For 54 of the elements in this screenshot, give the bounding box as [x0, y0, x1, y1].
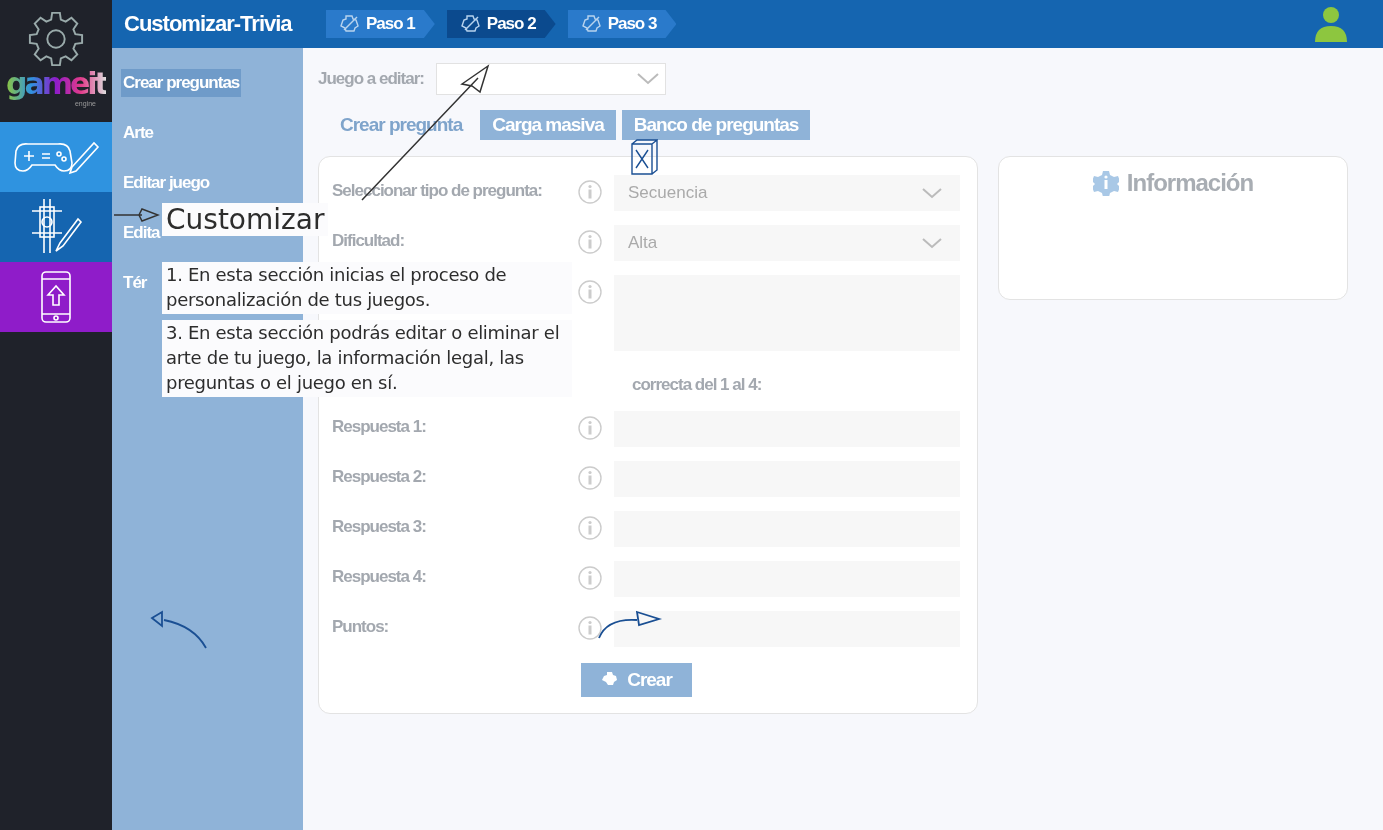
info-icon[interactable]: [578, 180, 602, 204]
field-label: Respuesta 3:: [332, 517, 426, 536]
rail-tab[interactable]: [0, 122, 112, 192]
sidebar-item[interactable]: Tér: [121, 269, 149, 297]
curved-arrow: [597, 610, 663, 640]
info-icon[interactable]: [578, 230, 602, 254]
crossed-box-icon: [630, 138, 658, 176]
select-field[interactable]: Alta: [614, 225, 960, 261]
info-icon[interactable]: [578, 616, 602, 640]
logo-text: gameit: [6, 68, 106, 100]
tutorial-note: 1. En esta sección inicias el proceso de personalización de tus juegos.: [162, 262, 572, 314]
sidebar-item[interactable]: Editar juego: [121, 169, 212, 197]
game-select[interactable]: [435, 63, 666, 95]
tutorial-title: Customizar: [162, 203, 329, 236]
gear-pencil-icon: [579, 14, 602, 34]
chevron-down-icon: [922, 237, 942, 249]
gear-info-icon: [1092, 170, 1119, 196]
phone-upload-icon: [40, 270, 72, 324]
create-button[interactable]: Crear: [581, 663, 692, 697]
info-icon[interactable]: [578, 566, 602, 590]
editor-tab[interactable]: Carga masiva: [480, 110, 616, 140]
info-icon[interactable]: [578, 280, 602, 304]
field-label: Respuesta 1:: [332, 417, 426, 436]
tutorial-note: 3. En esta sección podrás editar o eliminar el arte de tu juego, la información legal, las preguntas o el juego en sí.: [162, 320, 572, 397]
step-tab[interactable]: Paso 3: [567, 10, 677, 38]
step-tab[interactable]: Paso 1: [326, 10, 435, 38]
game-label: Juego a editar:: [318, 69, 424, 89]
sidebar-item[interactable]: Crear preguntas: [121, 69, 242, 97]
info-icon[interactable]: [578, 466, 602, 490]
rail-tab[interactable]: [0, 192, 112, 262]
rail-tab[interactable]: [0, 262, 112, 332]
info-icon[interactable]: [578, 516, 602, 540]
input-field[interactable]: [614, 611, 960, 647]
arrow: [114, 208, 160, 222]
step-tab[interactable]: Paso 2: [446, 10, 556, 38]
panel-title: Información: [1126, 169, 1254, 197]
gamepad-pencil-icon: [12, 139, 100, 175]
field-label: Respuesta 2:: [332, 467, 426, 486]
sidebar-item[interactable]: Arte: [121, 119, 155, 147]
select-field[interactable]: Secuencia: [614, 175, 960, 211]
user-icon[interactable]: [1315, 6, 1347, 42]
field-label: Dificultad:: [332, 231, 405, 250]
page-title: Customizar-Trivia: [124, 11, 294, 37]
sidebar-item[interactable]: Edita: [121, 219, 162, 247]
editor-tab[interactable]: Banco de preguntas: [621, 110, 811, 140]
instruction-text: correcta del 1 al 4:: [632, 375, 762, 394]
gear-pencil-icon: [338, 14, 360, 34]
chevron-down-icon: [636, 73, 659, 85]
field-label: Respuesta 4:: [332, 567, 426, 586]
info-icon[interactable]: [578, 416, 602, 440]
gear-pencil-icon: [458, 14, 481, 34]
chevron-down-icon: [922, 187, 942, 199]
curved-arrow: [150, 610, 210, 650]
field-label: Puntos:: [332, 617, 389, 636]
